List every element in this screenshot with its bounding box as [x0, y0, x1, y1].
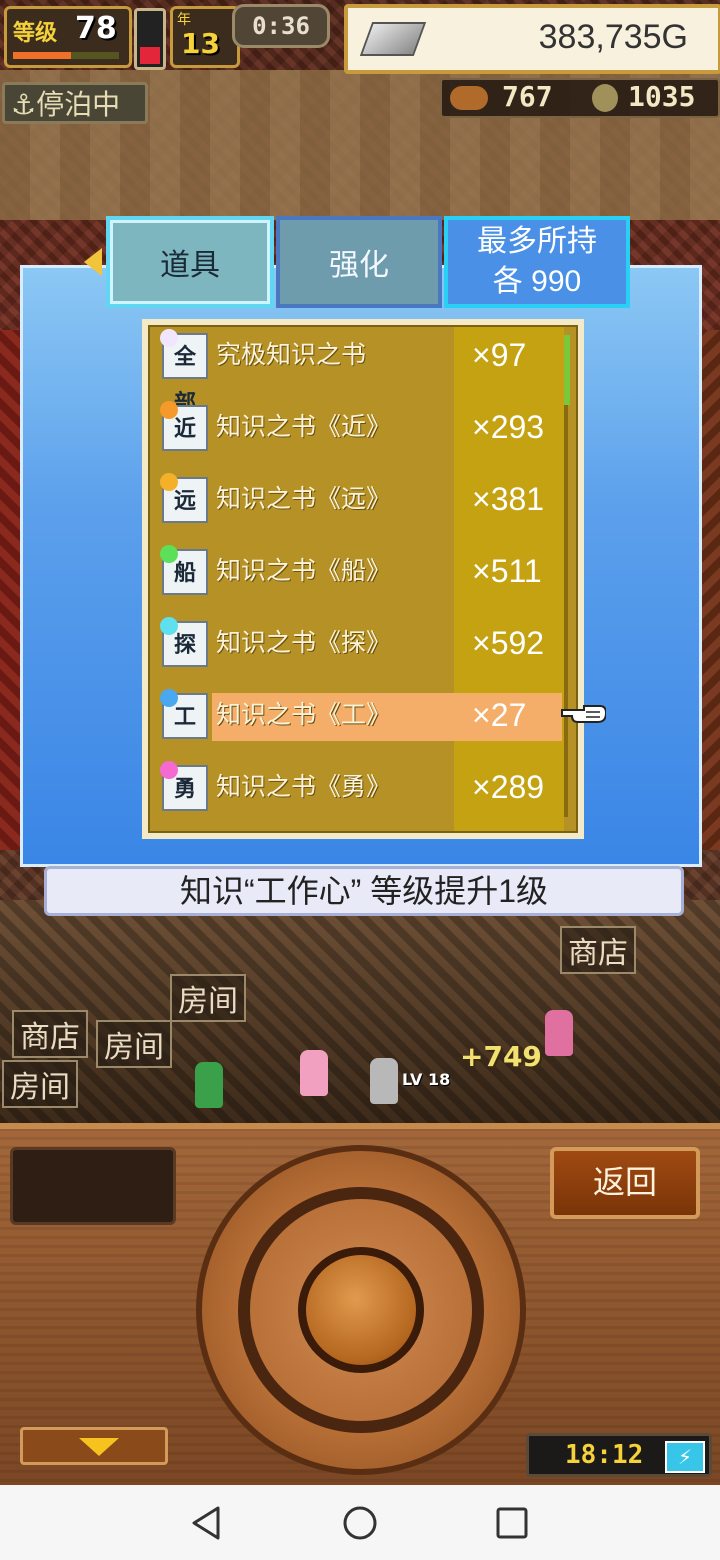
gem-icon: [160, 617, 178, 635]
xp-bar-fill: [13, 52, 72, 59]
pointing-hand-icon: [561, 705, 606, 723]
gem-icon: [160, 401, 178, 419]
recents-square-icon[interactable]: [492, 1505, 532, 1541]
scrollbar-track[interactable]: [564, 335, 568, 817]
system-nav-bar: [0, 1485, 720, 1560]
level-value: 78: [75, 11, 117, 46]
list-item[interactable]: 探 知识之书《探》 ×592: [156, 617, 552, 671]
chevron-down-icon: [79, 1438, 119, 1456]
max-hold-value: 各 990: [492, 265, 582, 298]
list-item[interactable]: 勇 知识之书《勇》 ×289: [156, 761, 552, 815]
tab-items[interactable]: 道具: [106, 216, 274, 308]
timer: 0:36: [232, 4, 330, 48]
food-icon: [450, 86, 488, 110]
item-quantity: ×381: [472, 481, 545, 517]
year-value: 13: [181, 27, 220, 60]
list-item[interactable]: 全部 究极知识之书 ×97: [156, 329, 552, 416]
year-indicator: 年 13: [170, 6, 240, 68]
energy-gauge: [134, 8, 166, 70]
year-label: 年: [177, 12, 191, 28]
crew-member[interactable]: [545, 1010, 573, 1056]
level-tag: 等级: [13, 21, 58, 46]
food-value: 767: [502, 80, 553, 113]
collapse-button[interactable]: [20, 1427, 168, 1465]
shop-label: 商店: [12, 1010, 88, 1058]
gem-icon: [160, 761, 178, 779]
gold-value: 383,735G: [538, 18, 688, 56]
max-hold-title: 最多所持: [477, 225, 597, 258]
dock-status-badge: ⚓停泊中: [2, 82, 148, 124]
book-icon: 探: [160, 617, 208, 667]
gem-icon: [160, 473, 178, 491]
book-icon: 远: [160, 473, 208, 523]
room-label: 房间: [170, 974, 246, 1022]
list-item[interactable]: 近 知识之书《近》 ×293: [156, 401, 552, 455]
gem-icon: [160, 689, 178, 707]
tab-prev-arrow-icon[interactable]: [84, 248, 102, 276]
gem-icon: [160, 329, 178, 347]
room-label: 房间: [96, 1020, 172, 1068]
book-icon: 工: [160, 689, 208, 739]
gem-icon: [160, 545, 178, 563]
game-clock: 18:12 ⚡: [526, 1433, 712, 1477]
item-quantity: ×97: [472, 337, 527, 373]
book-icon-label: 近: [173, 417, 196, 442]
book-icon-label: 工: [173, 705, 196, 730]
item-name: 知识之书《近》: [216, 413, 392, 441]
unit-level: LV 18: [402, 1070, 451, 1089]
control-panel: 返回 18:12 ⚡: [0, 1123, 720, 1491]
back-triangle-icon[interactable]: [186, 1505, 226, 1541]
item-description: 知识“工作心” 等级提升1级: [44, 866, 684, 916]
gold-display: 383,735G: [344, 4, 720, 74]
item-name: 知识之书《探》: [216, 629, 392, 657]
item-quantity: ×27: [472, 697, 527, 733]
shop-label: 商店: [560, 926, 636, 974]
item-name: 知识之书《工》: [216, 701, 392, 729]
tab-upgrade[interactable]: 强化: [276, 216, 442, 308]
energy-gauge-fill: [140, 47, 160, 64]
item-name: 知识之书《船》: [216, 557, 392, 585]
dpad[interactable]: [196, 1145, 526, 1475]
item-quantity: ×511: [472, 553, 542, 589]
list-item[interactable]: 远 知识之书《远》 ×381: [156, 473, 552, 527]
wood-icon: [592, 84, 618, 112]
item-name: 究极知识之书: [216, 341, 367, 369]
level-indicator: 等级 78: [4, 6, 132, 68]
book-icon-label: 船: [173, 561, 196, 586]
max-hold-info: 最多所持 各 990: [444, 216, 630, 308]
item-quantity: ×592: [472, 625, 545, 661]
dpad-center-button[interactable]: [298, 1247, 424, 1373]
book-icon: 全部: [160, 329, 208, 416]
room-label: 房间: [2, 1060, 78, 1108]
book-icon: 勇: [160, 761, 208, 811]
item-quantity: ×293: [472, 409, 545, 445]
xp-bar: [13, 52, 119, 59]
crew-member[interactable]: [370, 1058, 398, 1104]
scrollbar-thumb[interactable]: [564, 335, 570, 405]
item-list-body: 全部 究极知识之书 ×97 近 知识之书《近》 ×293 远 知识之书《远》 ×…: [148, 325, 578, 833]
info-screen: [10, 1147, 176, 1225]
crew-member[interactable]: [195, 1062, 223, 1108]
home-circle-icon[interactable]: [340, 1505, 380, 1541]
item-list: 全部 究极知识之书 ×97 近 知识之书《近》 ×293 远 知识之书《远》 ×…: [142, 319, 584, 839]
wood-value: 1035: [628, 80, 696, 113]
book-icon-label: 远: [173, 489, 196, 514]
clock-time: 18:12: [565, 1440, 644, 1470]
book-icon: 船: [160, 545, 208, 595]
back-button[interactable]: 返回: [550, 1147, 700, 1219]
item-name: 知识之书《勇》: [216, 773, 392, 801]
book-icon-label: 探: [173, 633, 196, 658]
silver-bar-icon: [359, 22, 427, 56]
item-quantity: ×289: [472, 769, 545, 805]
list-item-selected[interactable]: 工 知识之书《工》 ×27: [156, 689, 562, 743]
crew-member[interactable]: [300, 1050, 328, 1096]
list-item[interactable]: 船 知识之书《船》 ×511: [156, 545, 552, 599]
book-icon: 近: [160, 401, 208, 451]
book-icon-label: 勇: [173, 777, 196, 802]
gain-popup: +749: [460, 1040, 542, 1073]
charging-icon: ⚡: [665, 1441, 705, 1473]
item-name: 知识之书《远》: [216, 485, 392, 513]
resource-bar: 767 1035: [440, 78, 720, 118]
